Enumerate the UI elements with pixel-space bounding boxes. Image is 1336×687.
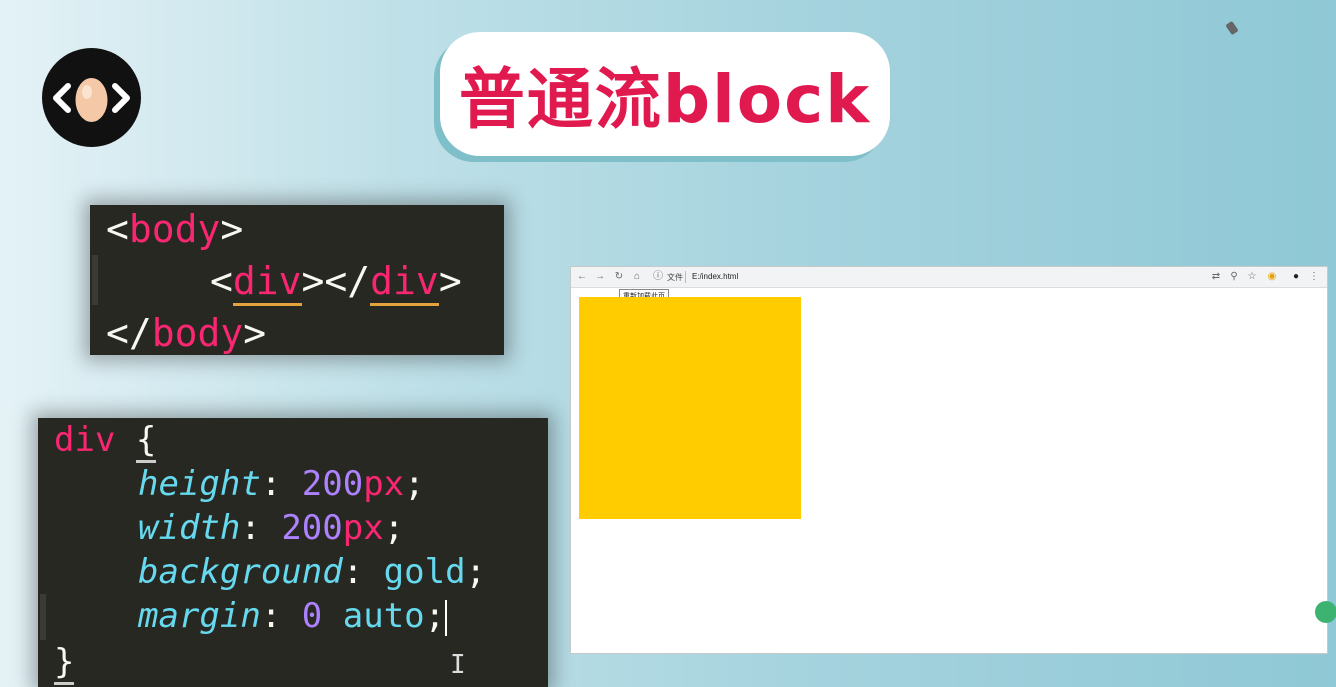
- browser-window[interactable]: ← → ↻ ⌂ ⓘ 文件 E:/index.html ⇄ ⚲ ☆ ◉ ● ⋮ 重…: [570, 266, 1336, 654]
- reload-icon[interactable]: ↻: [612, 270, 626, 284]
- back-icon[interactable]: ←: [575, 270, 589, 284]
- file-label: 文件: [667, 273, 683, 282]
- home-icon[interactable]: ⌂: [630, 270, 644, 284]
- menu-icon[interactable]: ⋮: [1307, 270, 1321, 284]
- code-line-div: <div></div>: [210, 259, 462, 306]
- gold-div-box: [579, 297, 801, 519]
- code-line-body-close: </body>: [106, 311, 267, 355]
- egg-logo-icon: [53, 78, 130, 122]
- mouse-pointer-icon: [1225, 20, 1239, 36]
- code-line-close: }: [54, 642, 75, 685]
- text-cursor: [445, 599, 448, 636]
- logo: [42, 48, 141, 147]
- translate-icon[interactable]: ⇄: [1209, 270, 1223, 284]
- avatar[interactable]: ●: [1289, 270, 1303, 284]
- css-code-panel[interactable]: div { height: 200px; width: 200px; backg…: [38, 418, 548, 687]
- zoom-icon[interactable]: ⚲: [1227, 270, 1241, 284]
- page-title: 普通流block: [458, 61, 872, 138]
- info-icon[interactable]: ⓘ: [651, 270, 665, 284]
- divider: [685, 271, 686, 283]
- code-line-width: width: 200px;: [138, 508, 405, 548]
- code-line-background: background: gold;: [138, 552, 487, 592]
- code-line-margin: margin: 0 auto;: [138, 596, 448, 636]
- code-line-body-open: <body>: [106, 207, 244, 251]
- indent-guide: [40, 594, 46, 640]
- extension-icon[interactable]: ◉: [1265, 270, 1279, 284]
- code-line-selector: div {: [54, 420, 157, 463]
- html-code-panel: <body> <div></div> </body>: [90, 205, 504, 355]
- green-status-icon[interactable]: [1315, 601, 1336, 623]
- address-bar[interactable]: E:/index.html: [692, 272, 738, 281]
- ibeam-cursor-icon: I: [450, 650, 466, 680]
- indent-guide: [92, 255, 98, 305]
- browser-toolbar: ← → ↻ ⌂ ⓘ 文件 E:/index.html ⇄ ⚲ ☆ ◉ ● ⋮: [571, 267, 1327, 288]
- title-banner: 普通流block: [440, 32, 890, 156]
- forward-icon[interactable]: →: [593, 270, 607, 284]
- star-icon[interactable]: ☆: [1245, 270, 1259, 284]
- code-line-height: height: 200px;: [138, 464, 425, 504]
